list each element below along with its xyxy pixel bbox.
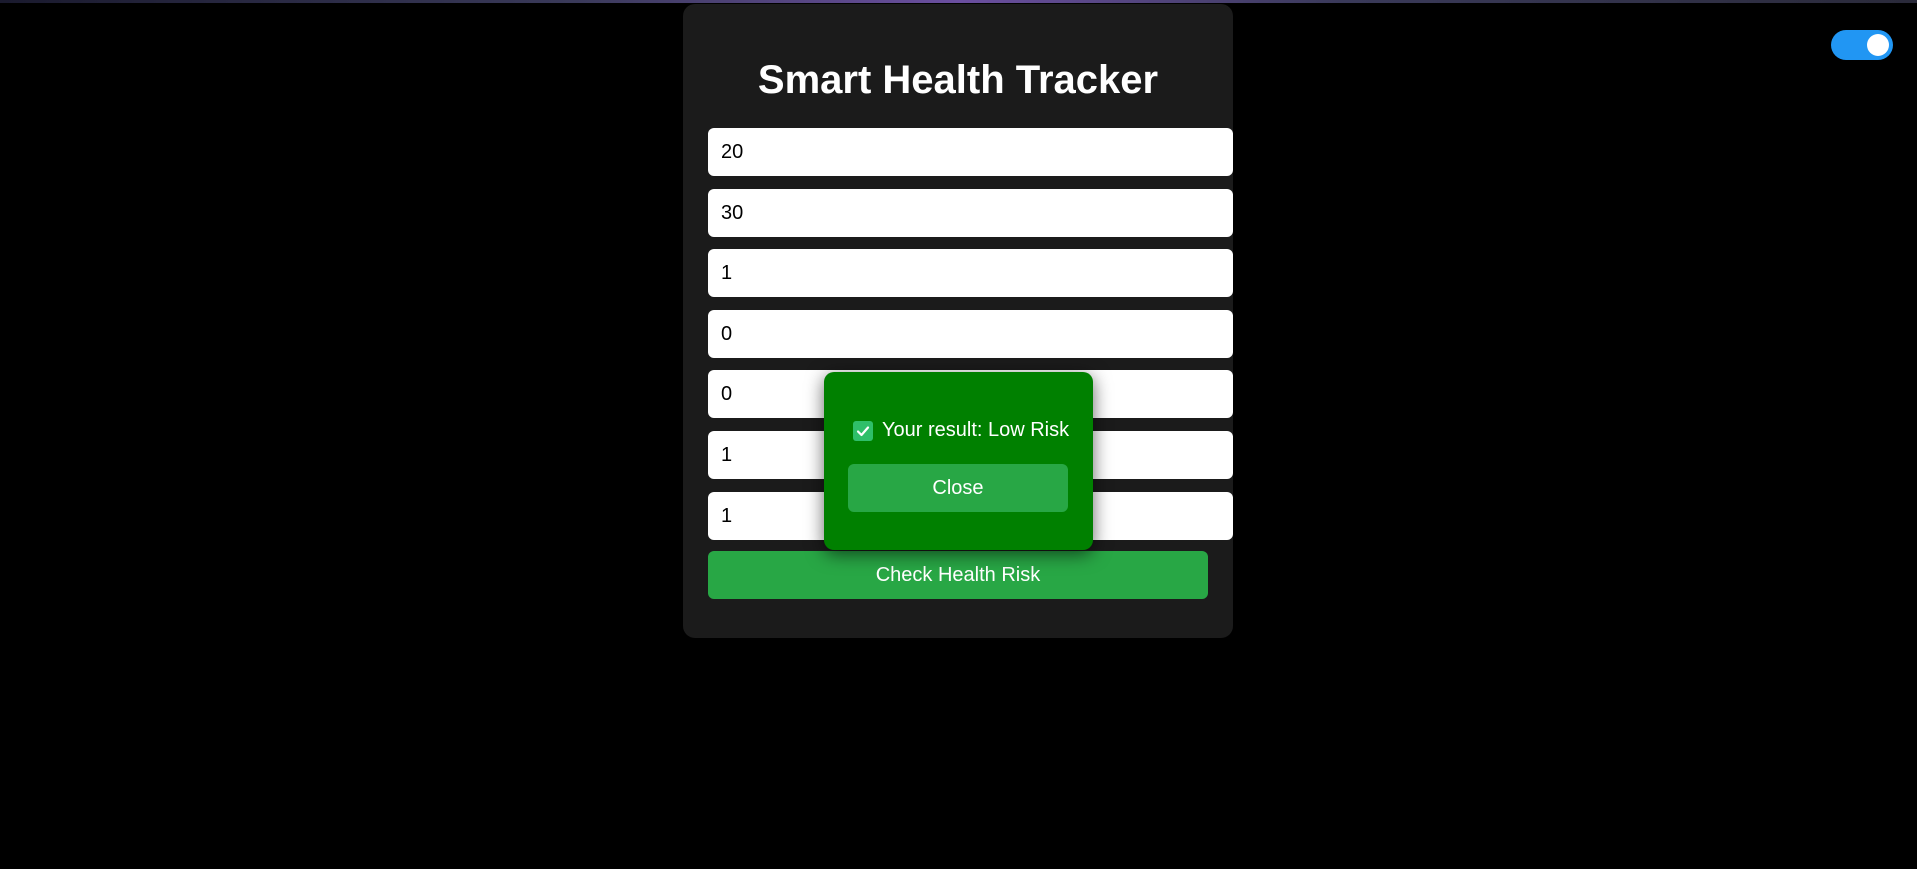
- top-accent-line: [0, 0, 1917, 3]
- result-modal: Your result: Low Risk Close: [824, 372, 1093, 550]
- close-button[interactable]: Close: [848, 464, 1068, 512]
- check-health-risk-button[interactable]: Check Health Risk: [708, 551, 1208, 599]
- health-input-4[interactable]: [708, 310, 1233, 358]
- health-input-1[interactable]: [708, 128, 1233, 176]
- check-box-icon: [853, 420, 873, 441]
- toggle-knob: [1867, 34, 1889, 56]
- theme-toggle[interactable]: [1831, 30, 1893, 60]
- result-message: Your result: Low Risk: [853, 419, 1069, 442]
- health-input-2[interactable]: [708, 189, 1233, 237]
- page-title: Smart Health Tracker: [757, 58, 1159, 102]
- result-text: Your result: Low Risk: [882, 419, 1070, 441]
- health-input-3[interactable]: [708, 249, 1233, 297]
